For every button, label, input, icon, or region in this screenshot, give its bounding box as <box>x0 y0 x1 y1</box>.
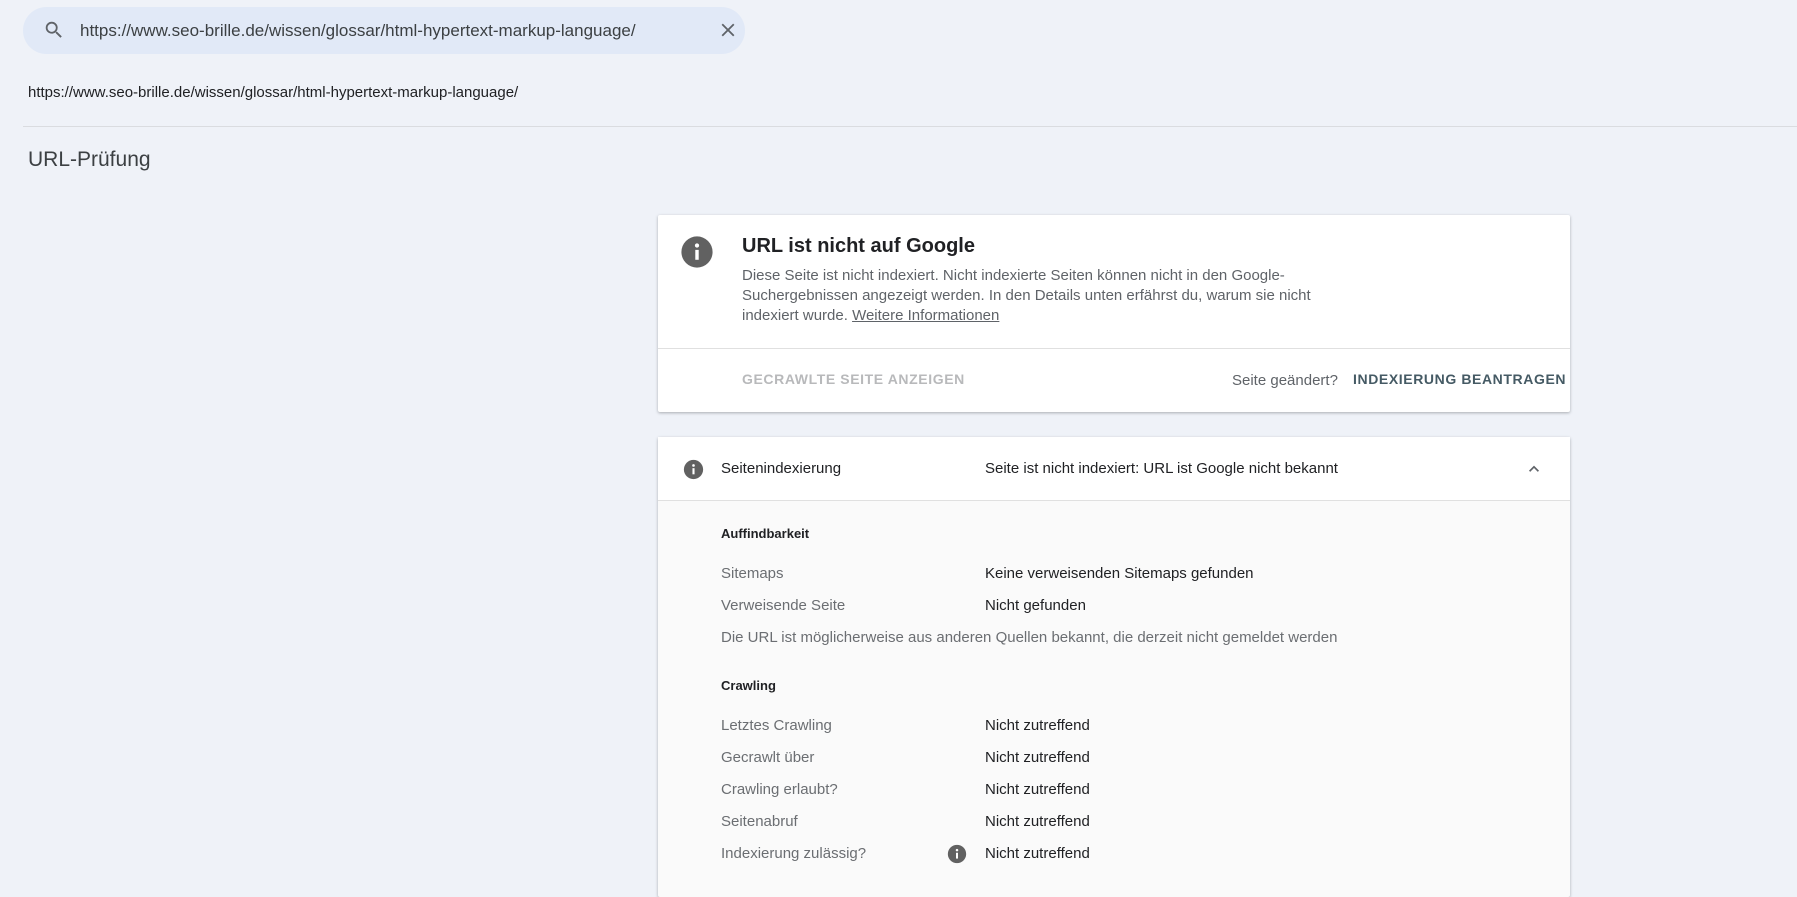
view-crawled-page-button[interactable]: GECRAWLTE SEITE ANZEIGEN <box>742 371 965 387</box>
crawled-as-value: Nicht zutreffend <box>985 749 1090 766</box>
page-indexing-header[interactable]: Seitenindexierung Seite ist nicht indexi… <box>658 437 1570 501</box>
inspected-url: https://www.seo-brille.de/wissen/glossar… <box>28 84 519 101</box>
url-inspection-search-bar[interactable]: https://www.seo-brille.de/wissen/glossar… <box>23 7 745 54</box>
divider <box>23 126 1797 127</box>
page-indexing-card: Seitenindexierung Seite ist nicht indexi… <box>658 437 1570 897</box>
referring-page-value: Nicht gefunden <box>985 597 1086 614</box>
sitemaps-value: Keine verweisenden Sitemaps gefunden <box>985 565 1254 582</box>
discovery-section-title: Auffindbarkeit <box>721 526 810 541</box>
search-icon <box>45 21 62 38</box>
status-title: URL ist nicht auf Google <box>742 235 975 257</box>
status-description-text: Diese Seite ist nicht indexiert. Nicht i… <box>742 267 1311 324</box>
request-indexing-button[interactable]: INDEXIERUNG BEANTRAGEN <box>1353 371 1566 387</box>
page-indexing-label: Seitenindexierung <box>721 460 842 477</box>
indexing-allowed-value: Nicht zutreffend <box>985 845 1090 862</box>
close-icon[interactable] <box>717 19 739 41</box>
discovery-note: Die URL ist möglicherweise aus anderen Q… <box>721 629 1338 646</box>
page-indexing-status: Seite ist nicht indexiert: URL ist Googl… <box>985 460 1338 477</box>
card-divider <box>658 348 1570 349</box>
info-icon[interactable] <box>947 844 967 864</box>
referring-page-label: Verweisende Seite <box>721 597 846 614</box>
crawling-section-title: Crawling <box>721 678 776 693</box>
url-status-card: URL ist nicht auf Google Diese Seite ist… <box>658 215 1570 412</box>
sitemaps-label: Sitemaps <box>721 565 784 582</box>
page-changed-question: Seite geändert? <box>1232 372 1338 389</box>
search-input[interactable]: https://www.seo-brille.de/wissen/glossar… <box>80 7 636 54</box>
crawled-as-label: Gecrawlt über <box>721 749 815 766</box>
page-fetch-value: Nicht zutreffend <box>985 813 1090 830</box>
chevron-up-icon[interactable] <box>1524 459 1544 479</box>
status-description: Diese Seite ist nicht indexiert. Nicht i… <box>742 266 1322 326</box>
info-icon <box>683 459 704 480</box>
crawl-allowed-value: Nicht zutreffend <box>985 781 1090 798</box>
last-crawl-label: Letztes Crawling <box>721 717 832 734</box>
last-crawl-value: Nicht zutreffend <box>985 717 1090 734</box>
indexing-allowed-label: Indexierung zulässig? <box>721 845 867 862</box>
page-title: URL-Prüfung <box>28 148 151 171</box>
more-info-link[interactable]: Weitere Informationen <box>852 307 999 324</box>
info-icon <box>681 236 713 268</box>
crawl-allowed-label: Crawling erlaubt? <box>721 781 838 798</box>
page-fetch-label: Seitenabruf <box>721 813 798 830</box>
